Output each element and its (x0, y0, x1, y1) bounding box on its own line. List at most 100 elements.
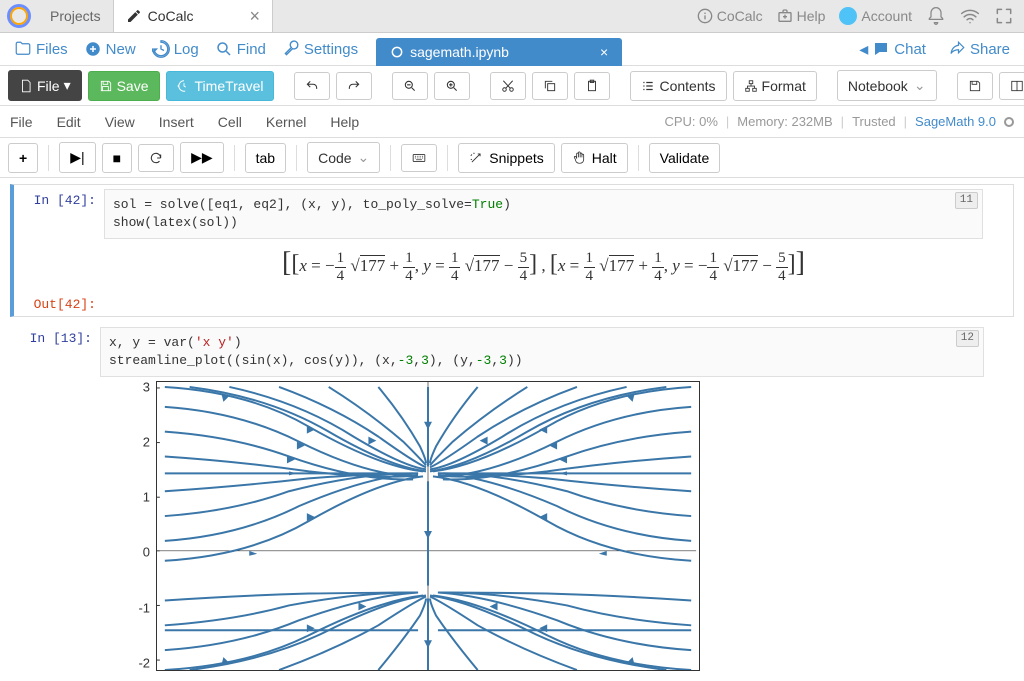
projects-label: Projects (50, 8, 101, 24)
save-label: Save (117, 78, 149, 94)
plus-icon: + (19, 150, 27, 166)
file-tab-name: sagemath.ipynb (410, 44, 509, 60)
columns-icon (1010, 79, 1024, 93)
fast-forward-icon: ▶▶ (191, 149, 213, 166)
edit-icon (126, 8, 142, 24)
folder-icon (14, 40, 32, 58)
y-tick: 2 (120, 435, 150, 450)
menu-cell[interactable]: Cell (218, 114, 242, 130)
bell-icon[interactable] (926, 6, 946, 26)
chat-button[interactable]: ◂ Chat (853, 39, 932, 60)
code-input[interactable]: 12x, y = var('x y') streamline_plot((sin… (100, 327, 984, 377)
format-label: Format (762, 78, 806, 94)
y-tick: -1 (120, 600, 150, 615)
open-file-tab[interactable]: sagemath.ipynb × (376, 38, 622, 66)
chat-icon (872, 40, 890, 58)
code-input[interactable]: 11sol = solve([eq1, eq2], (x, y), to_pol… (104, 189, 983, 239)
chat-label: Chat (894, 41, 926, 58)
restart-button[interactable] (138, 144, 174, 172)
trusted-status[interactable]: Trusted (852, 114, 896, 129)
halt-button[interactable]: Halt (561, 143, 628, 173)
copy-button[interactable] (532, 72, 568, 100)
snippets-button[interactable]: Snippets (458, 143, 554, 173)
save-disk-button[interactable] (957, 72, 993, 100)
notebook-cell[interactable]: In [13]: 12x, y = var('x y') streamline_… (10, 323, 1014, 675)
cut-button[interactable] (490, 72, 526, 100)
list-icon (641, 79, 655, 93)
redo-icon (347, 79, 361, 93)
undo-icon (305, 79, 319, 93)
find-label: Find (237, 41, 266, 58)
redo-button[interactable] (336, 72, 372, 100)
view-mode-select[interactable]: Notebook ⌄ (837, 70, 937, 101)
account-label: Account (861, 8, 912, 24)
zoom-in-button[interactable] (434, 72, 470, 100)
brand-label: CoCalc (717, 8, 763, 24)
notebook-cell[interactable]: In [42]: 11sol = solve([eq1, eq2], (x, y… (10, 184, 1014, 317)
plot-output: 3 2 1 0 -1 -2 (100, 377, 1014, 671)
settings-label: Settings (304, 41, 358, 58)
snippets-label: Snippets (489, 150, 543, 166)
format-button[interactable]: Format (733, 71, 817, 101)
tab-title: CoCalc (148, 8, 194, 24)
close-icon[interactable]: × (600, 44, 608, 60)
wifi-icon[interactable] (960, 6, 980, 26)
input-prompt: In [42]: (14, 189, 104, 208)
kernel-status-icon (1004, 117, 1014, 127)
save-icon (99, 79, 113, 93)
menu-view[interactable]: View (105, 114, 135, 130)
zoom-out-button[interactable] (392, 72, 428, 100)
jupyter-menubar: File Edit View Insert Cell Kernel Help C… (0, 106, 1024, 138)
run-button[interactable]: ▶| (59, 142, 95, 173)
undo-button[interactable] (294, 72, 330, 100)
cut-icon (501, 79, 515, 93)
validate-button[interactable]: Validate (649, 143, 721, 173)
keyboard-button[interactable] (401, 144, 437, 172)
menu-edit[interactable]: Edit (57, 114, 81, 130)
stop-button[interactable]: ■ (102, 143, 132, 173)
cocalc-info[interactable]: CoCalc (697, 8, 763, 24)
account-link[interactable]: Account (839, 7, 912, 25)
menu-kernel[interactable]: Kernel (266, 114, 306, 130)
main-toolbar: File ▾ Save TimeTravel Contents Format N… (0, 66, 1024, 106)
new-button[interactable]: New (78, 40, 142, 58)
tab-button[interactable]: tab (245, 143, 286, 173)
kernel-name[interactable]: SageMath 9.0 (915, 114, 996, 129)
run-all-button[interactable]: ▶▶ (180, 142, 224, 173)
paste-button[interactable] (574, 72, 610, 100)
cell-type-select[interactable]: Code ⌄ (307, 142, 380, 173)
contents-label: Contents (659, 78, 715, 94)
paste-icon (585, 79, 599, 93)
close-icon[interactable]: × (249, 6, 260, 27)
save-button[interactable]: Save (88, 71, 160, 101)
avatar-icon (839, 7, 857, 25)
split-button[interactable] (999, 72, 1024, 100)
find-button[interactable]: Find (209, 40, 272, 58)
projects-tab[interactable]: Projects (38, 0, 113, 32)
sitemap-icon (744, 79, 758, 93)
cpu-status: CPU: 0% (664, 114, 717, 129)
latex-output: [[x = −14 √177 + 14, y = 14 √177 − 54] ,… (104, 239, 1013, 293)
new-label: New (106, 41, 136, 58)
share-button[interactable]: Share (942, 39, 1016, 60)
menu-file[interactable]: File (10, 114, 33, 130)
project-tab-cocalc[interactable]: CoCalc × (113, 0, 273, 32)
files-button[interactable]: Files (8, 40, 74, 58)
log-button[interactable]: Log (146, 40, 205, 58)
chevron-down-icon: ⌄ (914, 77, 926, 94)
settings-button[interactable]: Settings (276, 40, 364, 58)
contents-button[interactable]: Contents (630, 71, 726, 101)
timetravel-button[interactable]: TimeTravel (166, 71, 275, 101)
help-link[interactable]: Help (777, 8, 826, 24)
menu-help[interactable]: Help (330, 114, 359, 130)
y-tick: 3 (120, 380, 150, 395)
streamline-plot (157, 382, 699, 670)
cocalc-ring-icon (390, 45, 404, 59)
fullscreen-icon[interactable] (994, 6, 1014, 26)
file-menu-button[interactable]: File ▾ (8, 70, 82, 101)
add-cell-button[interactable]: + (8, 143, 38, 173)
cocalc-logo[interactable] (4, 1, 34, 31)
history-icon (152, 40, 170, 58)
menu-insert[interactable]: Insert (159, 114, 194, 130)
input-prompt: In [13]: (10, 327, 100, 346)
